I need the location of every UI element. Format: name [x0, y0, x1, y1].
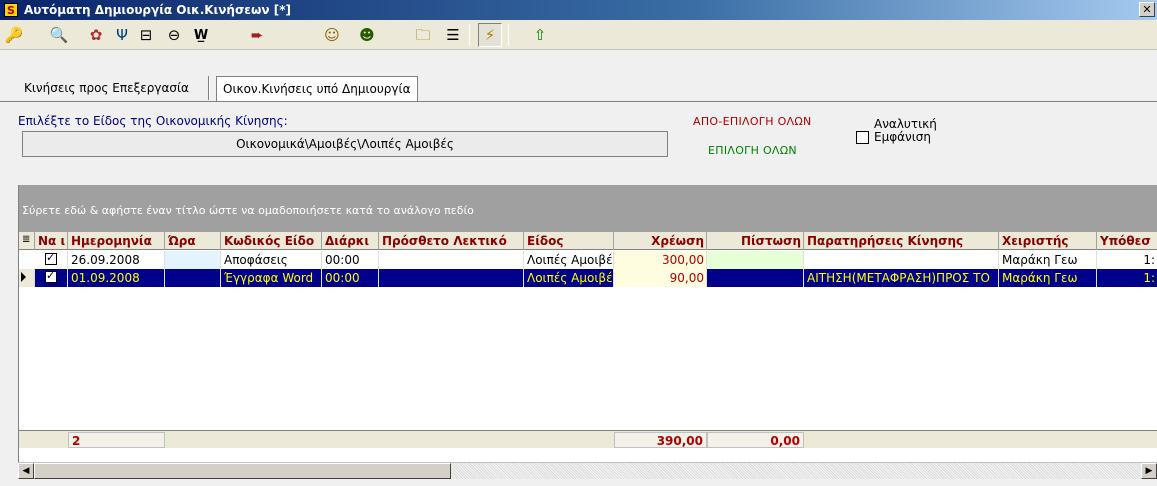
person-icon[interactable]: ☻	[355, 23, 379, 47]
table-row[interactable]: 26.09.2008 Αποφάσεις 00:00 Λοιπές Αμοιβέ…	[19, 251, 1157, 269]
scroll-left-icon[interactable]: ◀	[18, 463, 34, 479]
close-button[interactable]: ✕	[1139, 2, 1155, 17]
tab-underline	[0, 101, 1157, 102]
cell-extra-text	[379, 251, 524, 269]
cell-hour	[165, 269, 221, 287]
cell-hour	[165, 251, 221, 269]
transactions-grid: Σύρετε εδώ & αφήστε έναν τίτλο ώστε να ο…	[18, 185, 1157, 462]
tools-icon[interactable]: ✿	[84, 23, 108, 47]
horizontal-scrollbar[interactable]: ◀ ▶	[18, 462, 1157, 479]
scroll-right-icon[interactable]: ▶	[1141, 463, 1157, 479]
footer-row-count: 2	[68, 432, 165, 448]
window-title: Αυτόματη Δημιουργία Οικ.Κινήσεων [*]	[24, 3, 291, 17]
analytic-view-label: Αναλυτική Εμφάνιση	[874, 118, 937, 144]
row-select-checkbox[interactable]	[35, 269, 68, 287]
analytic-label-line2: Εμφάνιση	[874, 130, 932, 144]
key-icon[interactable]: 🔑	[2, 23, 26, 47]
column-header-extra-text[interactable]: Πρόσθετο Λεκτικό	[379, 232, 524, 250]
cell-date: 26.09.2008	[68, 251, 165, 269]
cell-date: 01.09.2008	[68, 269, 165, 287]
tab-pending-transactions[interactable]: Κινήσεις προς Επεξεργασία	[18, 76, 195, 100]
column-header-credit[interactable]: Πίστωση	[707, 232, 804, 250]
toolbar-separator	[469, 24, 470, 46]
lightning-icon[interactable]: ⚡	[478, 23, 502, 47]
cell-notes: ΑΙΤΗΣΗ(ΜΕΤΑΦΡΑΣΗ)ΠΡΟΣ ΤΟ	[804, 269, 999, 287]
footer-credit-total: 0,00	[707, 432, 804, 448]
column-header-notes[interactable]: Παρατηρήσεις Κίνησης	[804, 232, 999, 250]
toolbar: 🔑 🔍 ✿ Ψ ⊟ ⊖ W̲ ➨ ☺ ☻ 🗀 ☰ ⚡ ⇧	[0, 20, 1157, 50]
cell-extra-text	[379, 269, 524, 287]
column-header-date[interactable]: Ημερομηνία	[68, 232, 165, 250]
group-by-panel[interactable]: Σύρετε εδώ & αφήστε έναν τίτλο ώστε να ο…	[19, 185, 1157, 232]
cell-credit	[707, 251, 804, 269]
type-instruction-label: Επιλέξτε το Είδος της Οικονομικής Κίνηση…	[18, 114, 288, 128]
analytic-view-checkbox[interactable]	[856, 131, 869, 144]
scrollbar-track[interactable]	[451, 463, 1141, 479]
title-bar: S Αυτόματη Δημιουργία Οικ.Κινήσεων [*] ✕	[0, 0, 1157, 20]
select-all-link[interactable]: ΕΠΙΛΟΓΗ ΟΛΩΝ	[708, 144, 797, 157]
arrow-up-icon[interactable]: ⇧	[528, 23, 552, 47]
table-row-selected[interactable]: 01.09.2008 Έγγραφα Word 00:00 Λοιπές Αμο…	[19, 269, 1157, 287]
tab-separator	[208, 76, 210, 100]
column-header-hour[interactable]: Ώρα	[165, 232, 221, 250]
tab-strip: Κινήσεις προς Επεξεργασία Οικον.Κινήσεις…	[0, 76, 1157, 102]
column-header-select[interactable]: Να ι	[35, 232, 68, 250]
grid-footer: 2 390,00 0,00	[19, 430, 1157, 448]
search-icon[interactable]: 🔍	[47, 23, 71, 47]
word-icon[interactable]: W̲	[189, 23, 213, 47]
column-header-operator[interactable]: Χειριστής	[999, 232, 1097, 250]
cell-debit: 300,00	[614, 251, 707, 269]
export-icon[interactable]: ➨	[245, 23, 269, 47]
cell-code: Έγγραφα Word	[221, 269, 322, 287]
tree-icon[interactable]: ⊟	[134, 23, 158, 47]
cell-debit: 90,00	[614, 269, 707, 287]
cell-type: Λοιπές Αμοιβέ	[524, 269, 614, 287]
tab-transactions-under-creation[interactable]: Οικον.Κινήσεις υπό Δημιουργία	[216, 76, 418, 102]
column-header-case[interactable]: Υπόθεσ	[1097, 232, 1157, 250]
cell-case: 1:	[1097, 269, 1157, 287]
cell-case: 1:	[1097, 251, 1157, 269]
cell-operator: Μαράκη Γεω	[999, 269, 1097, 287]
deselect-all-link[interactable]: ΑΠΟ-ΕΠΙΛΟΓΗ ΟΛΩΝ	[693, 115, 812, 128]
collapse-icon[interactable]: ⊖	[162, 23, 186, 47]
footer-debit-total: 390,00	[614, 432, 707, 448]
column-header-duration[interactable]: Διάρκι	[322, 232, 379, 250]
current-row-indicator-icon	[19, 269, 35, 287]
user-face-icon[interactable]: ☺	[320, 23, 344, 47]
app-icon: S	[4, 3, 18, 17]
column-chooser-icon[interactable]: ≣	[19, 232, 35, 250]
cell-operator: Μαράκη Γεω	[999, 251, 1097, 269]
column-header-type[interactable]: Είδος	[524, 232, 614, 250]
toolbar-separator	[508, 24, 509, 46]
cell-duration: 00:00	[322, 251, 379, 269]
grid-header: ≣ Να ι Ημερομηνία Ώρα Κωδικός Είδο Διάρκ…	[19, 232, 1157, 250]
cell-credit	[707, 269, 804, 287]
column-header-code[interactable]: Κωδικός Είδο	[221, 232, 322, 250]
filter-icon[interactable]: Ψ	[110, 23, 134, 47]
scrollbar-thumb[interactable]	[34, 463, 451, 479]
cell-code: Αποφάσεις	[221, 251, 322, 269]
cell-type: Λοιπές Αμοιβέ	[524, 251, 614, 269]
list-icon[interactable]: ☰	[441, 23, 465, 47]
column-header-debit[interactable]: Χρέωση	[614, 232, 707, 250]
row-select-checkbox[interactable]	[35, 251, 68, 269]
folder-icon[interactable]: 🗀	[411, 23, 435, 47]
cell-notes	[804, 251, 999, 269]
transaction-type-selector[interactable]: Οικονομικά\Αμοιβές\Λοιπές Αμοιβές	[22, 131, 668, 157]
cell-duration: 00:00	[322, 269, 379, 287]
